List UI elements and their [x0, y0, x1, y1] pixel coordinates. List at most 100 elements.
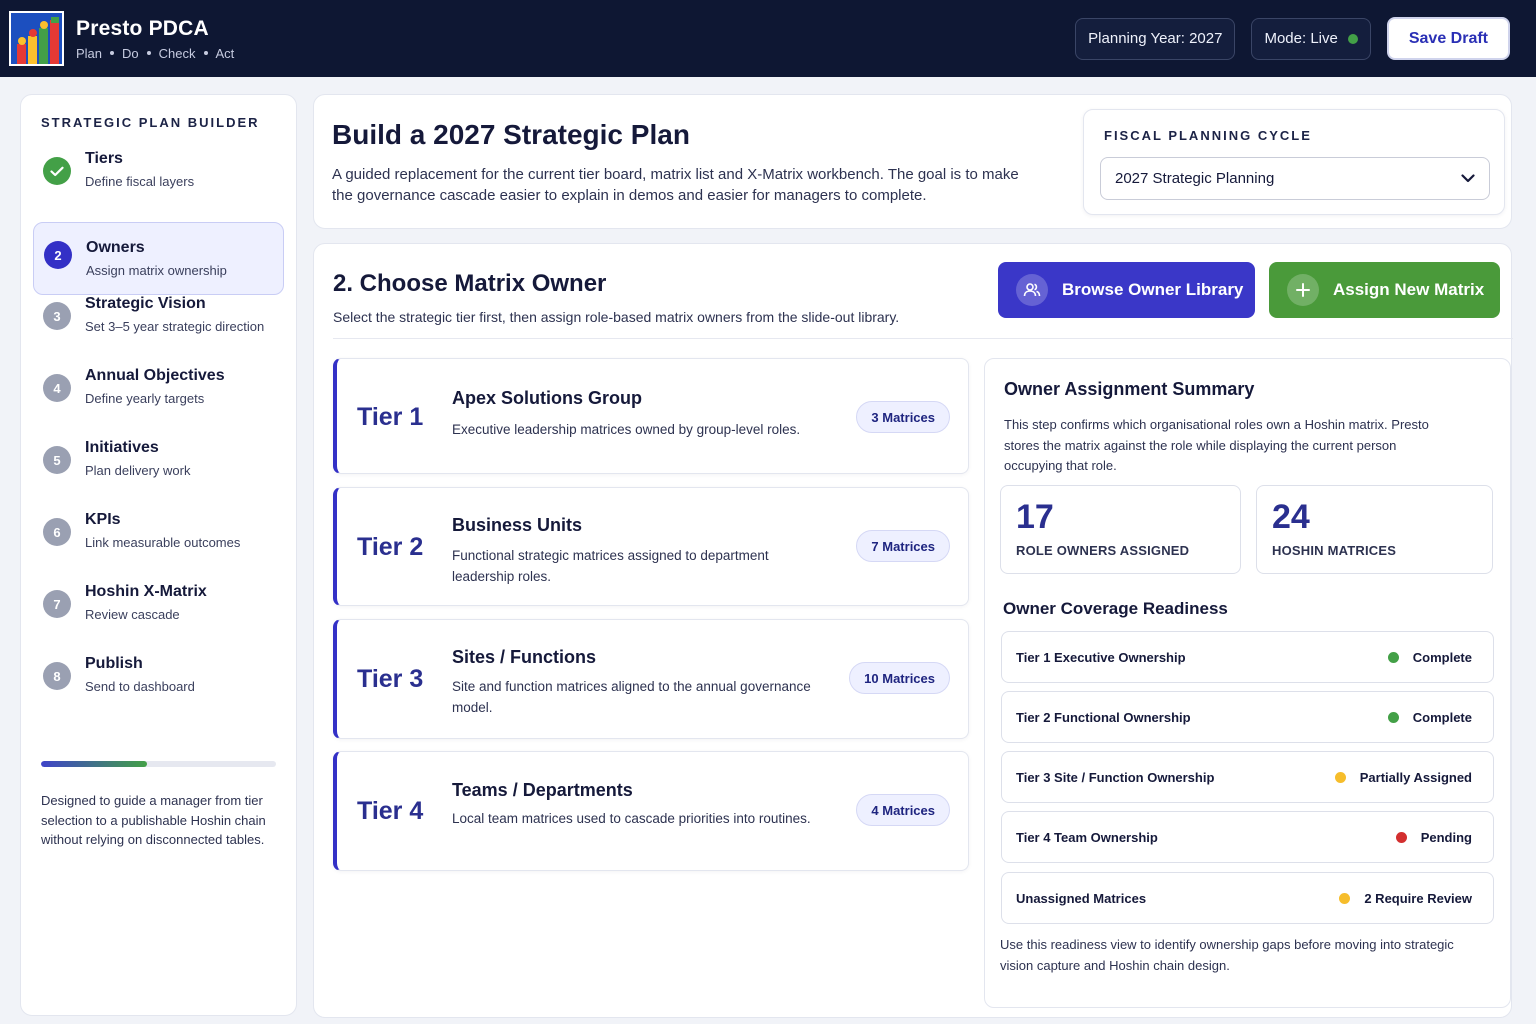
- assign-new-matrix-button[interactable]: Assign New Matrix: [1269, 262, 1500, 318]
- tier-title: Sites / Functions: [452, 647, 597, 667]
- step-number: 6: [43, 518, 71, 546]
- status-dot-icon: [1387, 651, 1399, 663]
- sidebar: STRATEGIC PLAN BUILDER Tiers Define fisca…: [20, 94, 297, 1016]
- tier-name: Tier 3: [357, 665, 424, 693]
- planning-year-label: Planning Year: 2027: [1088, 30, 1223, 47]
- mode-label: Mode: Live: [1264, 30, 1338, 47]
- live-status-icon: [1347, 33, 1358, 44]
- sidebar-step-8[interactable]: 8 Publish Send to dashboard: [33, 653, 284, 725]
- sidebar-step-1[interactable]: Tiers Define fiscal layers: [33, 148, 284, 220]
- tier-name: Tier 1: [357, 403, 424, 431]
- save-draft-button[interactable]: Save Draft: [1386, 17, 1510, 60]
- readiness-label: Tier 1 Executive Ownership: [1016, 649, 1186, 665]
- browse-owner-library-button[interactable]: Browse Owner Library: [998, 262, 1255, 318]
- stat-value: 24: [1272, 498, 1310, 536]
- step-title: Strategic Vision: [85, 295, 206, 312]
- step-title: Hoshin X-Matrix: [85, 583, 207, 600]
- tier-title: Teams / Departments: [452, 780, 633, 800]
- readiness-status-label: Complete: [1412, 709, 1472, 725]
- readiness-row[interactable]: Tier 1 Executive Ownership Complete: [1001, 631, 1494, 683]
- assign-new-matrix-label: Assign New Matrix: [1333, 280, 1485, 299]
- tier-card-3[interactable]: Tier 3 Sites / Functions Site and functi…: [333, 619, 969, 739]
- sidebar-note: Designed to guide a manager from tier se…: [41, 793, 266, 847]
- step-subtitle: Review cascade: [85, 607, 180, 622]
- top-bar: Presto PDCA Plan Do Check Act Planning Y…: [0, 0, 1536, 77]
- readiness-status: 2 Require Review: [1339, 891, 1479, 906]
- mode-toggle[interactable]: Mode: Live: [1251, 17, 1371, 60]
- tier-description: Executive leadership matrices owned by g…: [452, 422, 801, 437]
- readiness-row[interactable]: Tier 3 Site / Function Ownership Partiall…: [1001, 751, 1494, 803]
- readiness-row[interactable]: Tier 2 Functional Ownership Complete: [1001, 691, 1494, 743]
- app-logo: [9, 11, 64, 66]
- step-title: Tiers: [85, 150, 123, 167]
- readiness-row[interactable]: Tier 4 Team Ownership Pending: [1001, 811, 1494, 863]
- sidebar-step-6[interactable]: 6 KPIs Link measurable outcomes: [33, 509, 284, 581]
- check-icon: [43, 157, 71, 185]
- stat-role-owners: 17 ROLE OWNERS ASSIGNED: [1000, 485, 1241, 574]
- tier-matrix-count-badge: 3 Matrices: [856, 401, 950, 433]
- page-description: A guided replacement for the current tie…: [332, 166, 1019, 204]
- readiness-row[interactable]: Unassigned Matrices 2 Require Review: [1001, 872, 1494, 924]
- step-title: Owners: [86, 239, 145, 256]
- readiness-status: Complete: [1387, 650, 1479, 665]
- tier-card-1[interactable]: Tier 1 Apex Solutions Group Executive le…: [333, 358, 969, 474]
- step-number: 7: [43, 590, 71, 618]
- phase-plan: Plan: [76, 45, 103, 61]
- readiness-label: Tier 4 Team Ownership: [1016, 829, 1158, 845]
- sidebar-step-3[interactable]: 3 Strategic Vision Set 3–5 year strategic …: [33, 293, 284, 365]
- section-divider: [333, 338, 1513, 339]
- tier-title: Apex Solutions Group: [452, 388, 643, 408]
- tier-matrix-count-badge: 7 Matrices: [856, 530, 950, 562]
- fiscal-cycle-label: FISCAL PLANNING CYCLE: [1104, 128, 1312, 143]
- step-subtitle: Link measurable outcomes: [85, 535, 241, 550]
- chevron-down-icon: [1461, 174, 1475, 183]
- stat-value: 17: [1016, 498, 1054, 536]
- readiness-label: Tier 3 Site / Function Ownership: [1016, 769, 1215, 785]
- readiness-status: Partially Assigned: [1334, 770, 1479, 785]
- step-title: Annual Objectives: [85, 367, 225, 384]
- tier-description: Functional strategic matrices assigned t…: [452, 548, 769, 584]
- phase-act: Act: [215, 45, 235, 61]
- users-icon: [1016, 274, 1048, 306]
- status-dot-icon: [1334, 771, 1346, 783]
- tier-matrix-count-badge: 10 Matrices: [849, 662, 950, 694]
- sidebar-step-2[interactable]: 2 Owners Assign matrix ownership: [33, 222, 284, 295]
- status-dot-icon: [1395, 831, 1407, 843]
- plus-icon: [1287, 274, 1319, 306]
- browse-owner-library-label: Browse Owner Library: [1062, 280, 1244, 299]
- fiscal-cycle-select[interactable]: 2027 Strategic Planning: [1100, 157, 1490, 200]
- summary-description: This step confirms which organisational …: [1004, 417, 1429, 473]
- sidebar-step-7[interactable]: 7 Hoshin X-Matrix Review cascade: [33, 581, 284, 653]
- tier-card-4[interactable]: Tier 4 Teams / Departments Local team ma…: [333, 751, 969, 871]
- summary-title: Owner Assignment Summary: [1004, 379, 1255, 399]
- step-subtitle: Send to dashboard: [85, 679, 195, 694]
- step-number: 5: [43, 446, 71, 474]
- planning-year-selector[interactable]: Planning Year: 2027: [1075, 17, 1236, 60]
- step-number: 2: [44, 241, 72, 269]
- app-title: Presto PDCA: [76, 16, 209, 40]
- tier-description: Local team matrices used to cascade prio…: [452, 811, 811, 826]
- step-subtitle: Define fiscal layers: [85, 174, 195, 189]
- readiness-label: Tier 2 Functional Ownership: [1016, 709, 1191, 725]
- tier-card-2[interactable]: Tier 2 Business Units Functional strateg…: [333, 487, 969, 606]
- status-dot-icon: [1339, 892, 1351, 904]
- choose-owner-panel: 2. Choose Matrix Owner Select the strate…: [313, 243, 1513, 1018]
- sidebar-step-5[interactable]: 5 Initiatives Plan delivery work: [33, 437, 284, 509]
- tier-matrix-count-badge: 4 Matrices: [856, 794, 950, 826]
- tier-name: Tier 4: [357, 797, 424, 825]
- step-number: 4: [43, 374, 71, 402]
- phase-do: Do: [122, 45, 139, 61]
- sidebar-heading: STRATEGIC PLAN BUILDER: [41, 115, 260, 130]
- readiness-status-label: Pending: [1420, 829, 1472, 845]
- intro-panel: Build a 2027 Strategic Plan A guided rep…: [313, 94, 1512, 229]
- sidebar-step-4[interactable]: 4 Annual Objectives Define yearly targets: [33, 365, 284, 437]
- section-title: 2. Choose Matrix Owner: [333, 270, 607, 297]
- pdca-phases: Plan Do Check Act: [76, 46, 234, 61]
- owner-assignment-summary: Owner Assignment Summary This step confi…: [984, 358, 1511, 1008]
- step-subtitle: Assign matrix ownership: [86, 263, 227, 278]
- tier-title: Business Units: [452, 515, 583, 535]
- plan-progress-bar: [41, 761, 276, 767]
- step-subtitle: Define yearly targets: [85, 391, 205, 406]
- readiness-status: Pending: [1395, 829, 1479, 845]
- section-subtitle: Select the strategic tier first, then as…: [333, 309, 900, 325]
